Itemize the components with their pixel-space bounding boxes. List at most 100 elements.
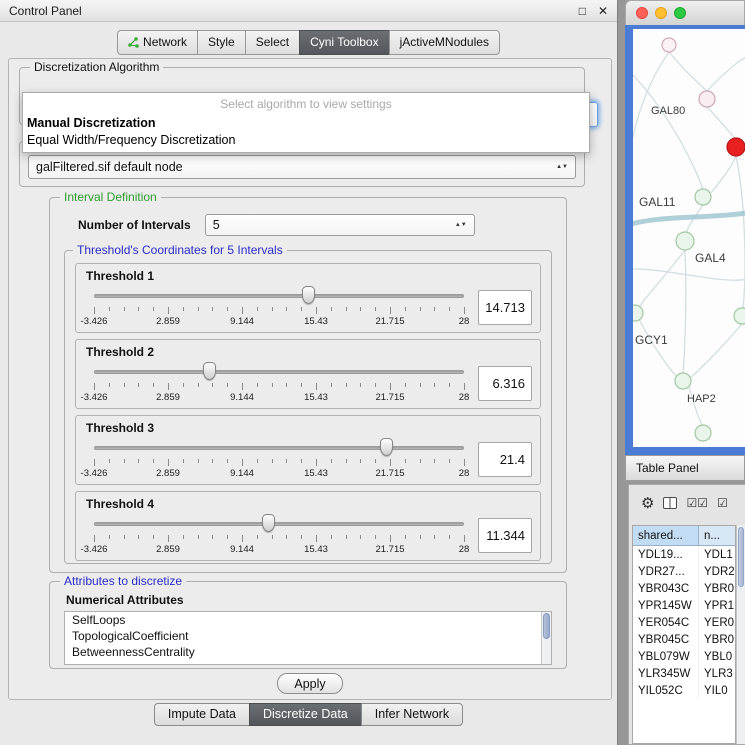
table-scrollbar[interactable]: [736, 525, 745, 744]
tab-style[interactable]: Style: [197, 30, 246, 55]
table-scrollbar-thumb[interactable]: [738, 527, 744, 587]
apply-button[interactable]: Apply: [277, 673, 343, 694]
cell-shared-name[interactable]: YER054C: [633, 614, 699, 631]
interval-definition-group: Interval Definition Number of Intervals …: [49, 197, 567, 573]
threshold-3-label: Threshold 3: [86, 421, 532, 435]
cell-name[interactable]: YIL0: [699, 682, 735, 699]
zoom-traffic-light-icon[interactable]: [674, 7, 686, 19]
slider-thumb[interactable]: [203, 362, 216, 380]
float-window-icon[interactable]: □: [579, 4, 586, 18]
cell-name[interactable]: YDR2: [699, 563, 735, 580]
cell-name[interactable]: YBR0: [699, 580, 735, 597]
cell-name[interactable]: YER0: [699, 614, 735, 631]
list-scrollbar[interactable]: [541, 612, 551, 664]
table-row[interactable]: YLR345WYLR3: [633, 665, 735, 682]
top-tab-bar: Network Style Select Cyni Toolbox jActiv…: [0, 30, 617, 55]
slider-track[interactable]: [94, 294, 464, 298]
table-row[interactable]: YER054CYER0: [633, 614, 735, 631]
select-all-checkbox-icon[interactable]: ☑☑: [686, 497, 708, 509]
column-chooser-icon[interactable]: [663, 497, 677, 509]
window-title: Control Panel: [9, 4, 567, 18]
threshold-3-slider[interactable]: -3.4262.8599.14415.4321.71528: [94, 437, 464, 481]
cell-shared-name[interactable]: YPR145W: [633, 597, 699, 614]
cell-shared-name[interactable]: YLR345W: [633, 665, 699, 682]
threshold-1-panel: Threshold 1 -3.4262.8599.14415.4321.7152…: [75, 263, 541, 333]
cell-shared-name[interactable]: YBR045C: [633, 631, 699, 648]
slider-thumb[interactable]: [380, 438, 393, 456]
slider-thumb[interactable]: [262, 514, 275, 532]
tab-impute-data[interactable]: Impute Data: [154, 703, 250, 726]
cell-shared-name[interactable]: YBR043C: [633, 580, 699, 597]
cell-name[interactable]: YDL1: [699, 546, 735, 563]
discretization-algorithm-group: Discretization Algorithm ▲▼ Select algor…: [19, 67, 585, 125]
threshold-1-slider[interactable]: -3.4262.8599.14415.4321.71528: [94, 285, 464, 329]
cell-shared-name[interactable]: YIL052C: [633, 682, 699, 699]
slider-track[interactable]: [94, 446, 464, 450]
table-panel-titlebar: Table Panel: [625, 455, 745, 481]
table-panel-window: ⚙ ☑☑ ☑ shared... n... YDL19...YDL1 YDR27…: [628, 484, 745, 745]
list-item[interactable]: SelfLoops: [65, 612, 551, 628]
slider-tick-labels: -3.4262.8599.14415.4321.71528: [94, 392, 464, 404]
threshold-2-slider[interactable]: -3.4262.8599.14415.4321.71528: [94, 361, 464, 405]
table-row[interactable]: YPR145WYPR1: [633, 597, 735, 614]
tab-style-label: Style: [208, 35, 235, 49]
slider-thumb[interactable]: [302, 286, 315, 304]
cell-shared-name[interactable]: YDR27...: [633, 563, 699, 580]
network-canvas[interactable]: GAL80 GAL11 GAL4 GCY1 HAP2: [633, 29, 745, 447]
slider-tick-labels: -3.4262.8599.14415.4321.71528: [94, 468, 464, 480]
close-traffic-light-icon[interactable]: [636, 7, 648, 19]
list-item[interactable]: BetweennessCentrality: [65, 644, 551, 660]
table-row[interactable]: YBL079WYBL0: [633, 648, 735, 665]
cell-shared-name[interactable]: YBL079W: [633, 648, 699, 665]
tab-jactivemnodules[interactable]: jActiveMNodules: [389, 30, 500, 55]
thresholds-group-title: Threshold's Coordinates for 5 Intervals: [73, 243, 287, 257]
node-label-hap2[interactable]: HAP2: [687, 393, 716, 405]
tab-select[interactable]: Select: [245, 30, 300, 55]
threshold-3-value-field[interactable]: 21.4: [478, 442, 532, 477]
dropdown-item-equal-width-frequency[interactable]: Equal Width/Frequency Discretization: [23, 131, 589, 148]
dropdown-item-manual-discretization[interactable]: Manual Discretization: [23, 114, 589, 131]
gear-icon[interactable]: ⚙: [641, 496, 654, 511]
column-header-shared-name[interactable]: shared...: [633, 526, 699, 545]
slider-ticks: [94, 383, 464, 391]
table-panel-title: Table Panel: [636, 461, 699, 475]
slider-track[interactable]: [94, 522, 464, 526]
node-label-gcy1[interactable]: GCY1: [635, 333, 668, 347]
cell-name[interactable]: YBL0: [699, 648, 735, 665]
table-row[interactable]: YBR045CYBR0: [633, 631, 735, 648]
threshold-2-value-field[interactable]: 6.316: [478, 366, 532, 401]
tab-infer-network[interactable]: Infer Network: [361, 703, 463, 726]
threshold-1-value-field[interactable]: 14.713: [478, 290, 532, 325]
table-data-combobox[interactable]: galFiltered.sif default node ▲▼: [28, 155, 576, 179]
cell-shared-name[interactable]: YDL19...: [633, 546, 699, 563]
cell-name[interactable]: YBR0: [699, 631, 735, 648]
number-of-intervals-combobox[interactable]: 5 ▲▼: [205, 214, 475, 236]
tab-network[interactable]: Network: [117, 30, 198, 55]
close-window-icon[interactable]: ✕: [598, 4, 608, 18]
minimize-traffic-light-icon[interactable]: [655, 7, 667, 19]
slider-track[interactable]: [94, 370, 464, 374]
table-row[interactable]: YDR27...YDR2: [633, 563, 735, 580]
tab-cyni-toolbox[interactable]: Cyni Toolbox: [299, 30, 389, 55]
numerical-attributes-list[interactable]: SelfLoops TopologicalCoefficient Between…: [64, 611, 552, 665]
column-header-name[interactable]: n...: [699, 526, 735, 545]
discretization-algorithm-title: Discretization Algorithm: [30, 60, 163, 74]
slider-ticks: [94, 307, 464, 315]
node-label-gal4[interactable]: GAL4: [695, 251, 726, 265]
list-scrollbar-thumb[interactable]: [543, 613, 550, 639]
node-table[interactable]: shared... n... YDL19...YDL1 YDR27...YDR2…: [632, 525, 736, 744]
node-label-gal80[interactable]: GAL80: [651, 105, 685, 117]
table-row[interactable]: YBR043CYBR0: [633, 580, 735, 597]
slider-tick-labels: -3.4262.8599.14415.4321.71528: [94, 316, 464, 328]
function-checkbox-icon[interactable]: ☑: [717, 497, 728, 509]
cell-name[interactable]: YPR1: [699, 597, 735, 614]
threshold-4-value-field[interactable]: 11.344: [478, 518, 532, 553]
table-row[interactable]: YIL052CYIL0: [633, 682, 735, 699]
list-item[interactable]: TopologicalCoefficient: [65, 628, 551, 644]
tab-discretize-data[interactable]: Discretize Data: [249, 703, 362, 726]
threshold-4-slider[interactable]: -3.4262.8599.14415.4321.71528: [94, 513, 464, 557]
table-toolbar: ⚙ ☑☑ ☑: [629, 485, 745, 521]
table-row[interactable]: YDL19...YDL1: [633, 546, 735, 563]
cell-name[interactable]: YLR3: [699, 665, 735, 682]
node-label-gal11[interactable]: GAL11: [639, 195, 675, 209]
